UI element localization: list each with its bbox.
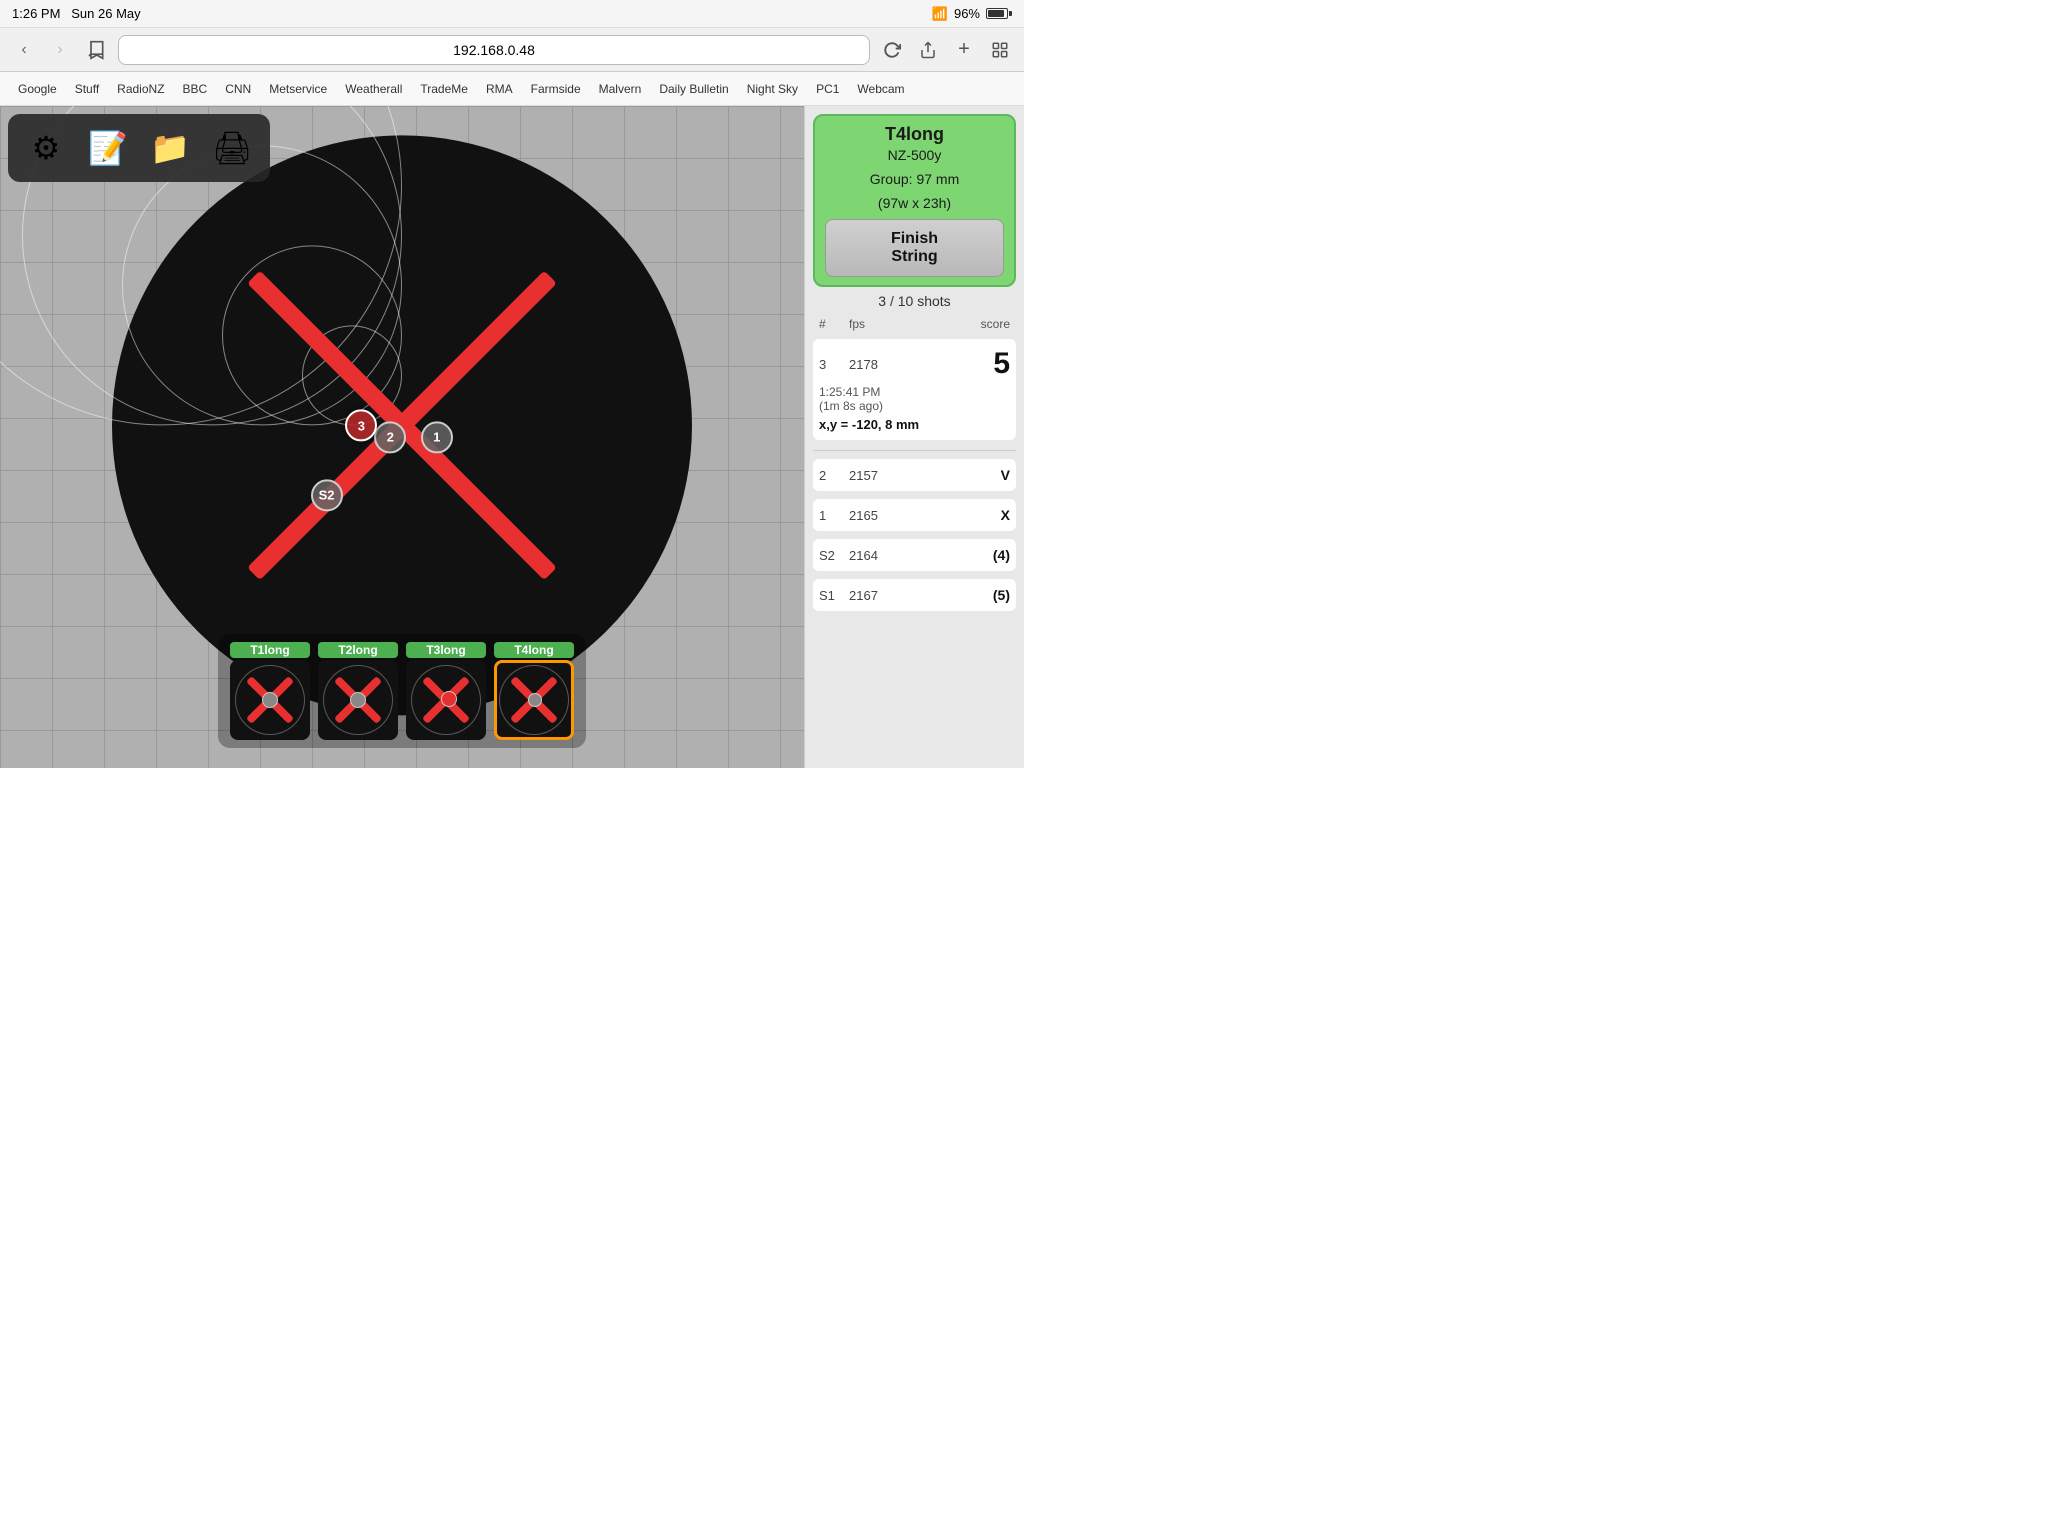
bookmark-trademe[interactable]: TradeMe <box>412 78 476 100</box>
shot-3-fps: 2178 <box>849 357 950 372</box>
status-bar: 1:26 PM Sun 26 May 📶 96% <box>0 0 1024 28</box>
thumb-canvas-t1 <box>230 660 310 740</box>
back-button[interactable]: ‹ <box>10 36 38 64</box>
url-input[interactable] <box>118 35 870 65</box>
shot-marker-s2[interactable]: S2 <box>311 479 343 511</box>
battery-icon <box>986 8 1012 19</box>
col-hash: # <box>819 317 849 331</box>
bookmark-malvern[interactable]: Malvern <box>591 78 650 100</box>
shots-header: # fps score <box>813 315 1016 333</box>
shot-s2-fps: 2164 <box>849 548 950 563</box>
shot-row-s2[interactable]: S2 2164 (4) <box>813 539 1016 571</box>
status-time-date: 1:26 PM Sun 26 May <box>12 6 141 21</box>
thumb-label-t4: T4long <box>494 642 574 658</box>
shot-s1-num: S1 <box>819 588 849 603</box>
shot-2-score: V <box>950 467 1010 483</box>
shot-marker-3[interactable]: 3 <box>345 409 377 441</box>
toolbar-overlay: ⚙ 📝 📁 🖨 <box>8 114 270 182</box>
thumb-label-t2: T2long <box>318 642 398 658</box>
thumb-label-t3: T3long <box>406 642 486 658</box>
settings-button[interactable]: ⚙ <box>20 122 72 174</box>
thumb-label-t1: T1long <box>230 642 310 658</box>
thumbnails-bar: T1long T2long <box>218 634 586 748</box>
shot-s1-fps: 2167 <box>849 588 950 603</box>
group-label: Group: 97 mm <box>825 171 1004 187</box>
thumbnail-t2long[interactable]: T2long <box>318 642 398 740</box>
string-subtitle: NZ-500y <box>825 147 1004 163</box>
status-date: Sun 26 May <box>71 6 140 21</box>
bookmark-bbc[interactable]: BBC <box>175 78 216 100</box>
finish-string-button[interactable]: FinishString <box>825 219 1004 277</box>
shot-row-s1[interactable]: S1 2167 (5) <box>813 579 1016 611</box>
share-button[interactable] <box>914 36 942 64</box>
bookmark-webcam[interactable]: Webcam <box>849 78 912 100</box>
info-card: T4long NZ-500y Group: 97 mm (97w x 23h) … <box>813 114 1016 287</box>
target-area: S2 1 2 3 ⚙ 📝 📁 🖨 T1 <box>0 106 804 768</box>
browser-bar: ‹ › + <box>0 28 1024 72</box>
shot-3-score: 5 <box>950 347 1010 381</box>
bookmark-farmside[interactable]: Farmside <box>523 78 589 100</box>
bookmark-radionz[interactable]: RadioNZ <box>109 78 172 100</box>
shots-count: 3 / 10 shots <box>813 293 1016 309</box>
shot-1-score: X <box>950 507 1010 523</box>
shot-row-3[interactable]: 3 2178 5 1:25:41 PM (1m 8s ago) x,y = -1… <box>813 339 1016 440</box>
bookmark-rma[interactable]: RMA <box>478 78 521 100</box>
forward-button[interactable]: › <box>46 36 74 64</box>
string-title: T4long <box>825 124 1004 145</box>
wifi-icon: 📶 <box>932 6 948 22</box>
shot-row-2[interactable]: 2 2157 V <box>813 459 1016 491</box>
thumbnail-t3long[interactable]: T3long <box>406 642 486 740</box>
shot-3-coords: x,y = -120, 8 mm <box>819 417 1010 432</box>
shot-row-1[interactable]: 1 2165 X <box>813 499 1016 531</box>
target-container: S2 1 2 3 <box>112 135 692 715</box>
shot-2-fps: 2157 <box>849 468 950 483</box>
shot-2-num: 2 <box>819 468 849 483</box>
status-indicators: 📶 96% <box>932 6 1012 22</box>
shot-s1-score: (5) <box>950 587 1010 603</box>
divider-1 <box>813 450 1016 451</box>
shot-marker-2[interactable]: 2 <box>374 421 406 453</box>
thumbnail-t1long[interactable]: T1long <box>230 642 310 740</box>
shot-s2-num: S2 <box>819 548 849 563</box>
shot-s2-score: (4) <box>950 547 1010 563</box>
shot-1-fps: 2165 <box>849 508 950 523</box>
bookmark-metservice[interactable]: Metservice <box>261 78 335 100</box>
bookmark-pc1[interactable]: PC1 <box>808 78 847 100</box>
print-button[interactable]: 🖨 <box>206 122 258 174</box>
col-fps: fps <box>849 317 950 331</box>
bookmark-daily-bulletin[interactable]: Daily Bulletin <box>651 78 736 100</box>
folder-button[interactable]: 📁 <box>144 122 196 174</box>
bookmark-google[interactable]: Google <box>10 78 65 100</box>
reload-button[interactable] <box>878 36 906 64</box>
thumb-canvas-t2 <box>318 660 398 740</box>
group-detail: (97w x 23h) <box>825 195 1004 211</box>
add-tab-button[interactable]: + <box>950 36 978 64</box>
tabs-button[interactable] <box>986 36 1014 64</box>
bookmarks-button[interactable] <box>82 36 110 64</box>
thumb-canvas-t3 <box>406 660 486 740</box>
shot-1-num: 1 <box>819 508 849 523</box>
bookmark-weatherall[interactable]: Weatherall <box>337 78 410 100</box>
bookmark-cnn[interactable]: CNN <box>217 78 259 100</box>
bookmark-stuff[interactable]: Stuff <box>67 78 107 100</box>
notes-button[interactable]: 📝 <box>82 122 134 174</box>
bookmark-night-sky[interactable]: Night Sky <box>739 78 806 100</box>
thumbnail-t4long[interactable]: T4long <box>494 642 574 740</box>
bookmarks-bar: GoogleStuffRadioNZBBCCNNMetserviceWeathe… <box>0 72 1024 106</box>
thumb-canvas-t4 <box>494 660 574 740</box>
battery-percent: 96% <box>954 6 980 21</box>
right-panel: T4long NZ-500y Group: 97 mm (97w x 23h) … <box>804 106 1024 768</box>
main-content: S2 1 2 3 ⚙ 📝 📁 🖨 T1 <box>0 106 1024 768</box>
target-circle: S2 1 2 3 <box>112 135 692 715</box>
status-time: 1:26 PM <box>12 6 60 21</box>
shot-3-time: 1:25:41 PM (1m 8s ago) <box>819 385 1010 413</box>
col-score: score <box>950 317 1010 331</box>
shot-3-num: 3 <box>819 357 849 372</box>
shot-marker-1[interactable]: 1 <box>421 421 453 453</box>
